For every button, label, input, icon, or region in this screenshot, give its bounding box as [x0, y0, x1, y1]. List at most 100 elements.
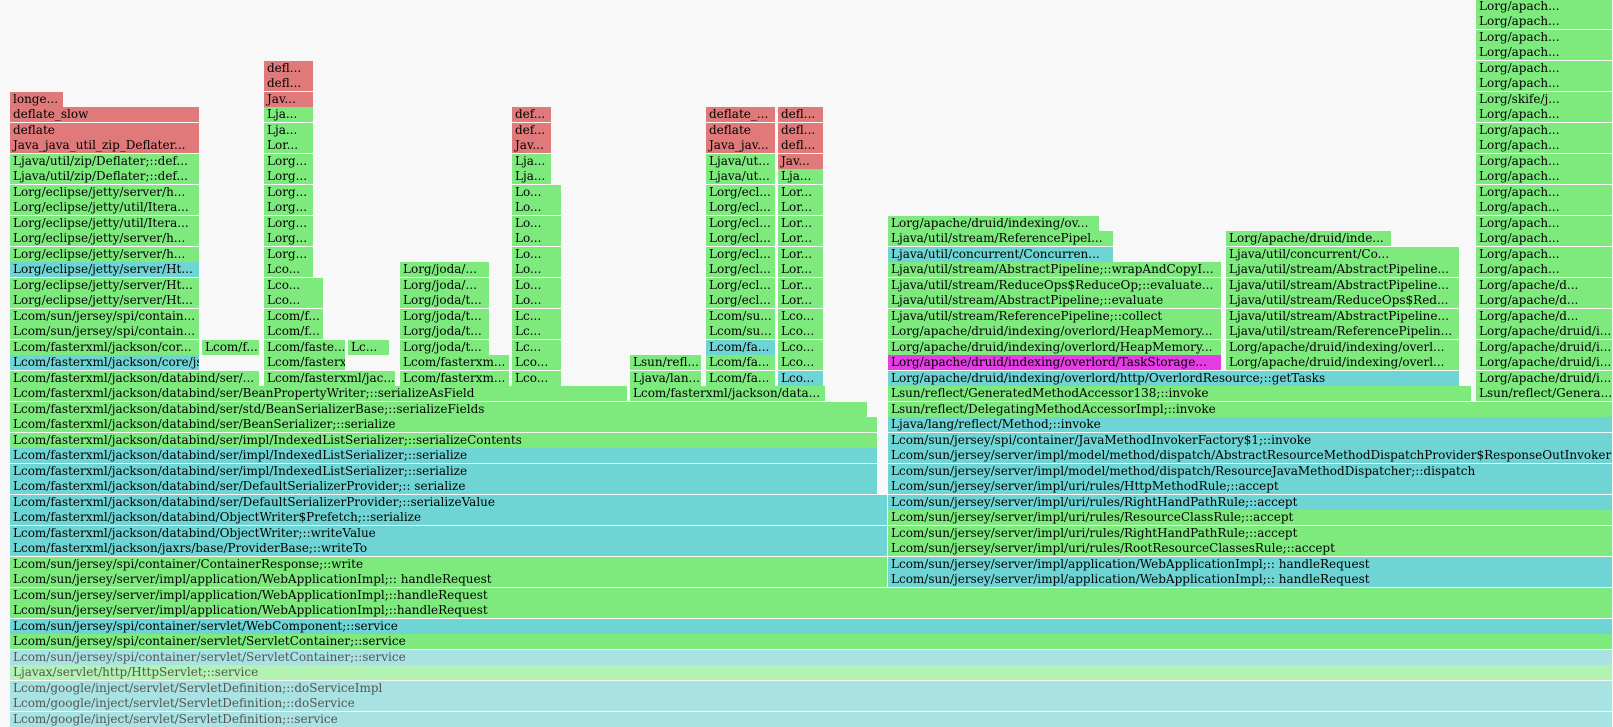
flame-frame[interactable]: Lcom/fasterxml/jackson/databind/ser/std/… — [10, 401, 868, 417]
flame-frame[interactable]: Lorg/ecl... — [706, 184, 776, 200]
flame-frame[interactable]: Lcom/fasterxml/jackson/cor... — [10, 339, 200, 355]
flame-frame[interactable]: Lorg/ecl... — [706, 200, 776, 215]
flame-frame[interactable]: Lorg... — [264, 184, 314, 200]
flame-frame[interactable]: deflate_... — [706, 107, 776, 122]
flame-frame[interactable]: Lo... — [512, 246, 562, 262]
flame-frame[interactable]: Lorg/apache/druid/i... — [1476, 324, 1613, 339]
flame-frame[interactable]: def... — [512, 107, 552, 122]
flame-frame[interactable]: Lo... — [512, 293, 562, 308]
flame-frame[interactable]: Lja... — [512, 169, 552, 184]
flame-frame[interactable]: Jav... — [512, 138, 552, 153]
flame-frame[interactable]: Jav... — [264, 91, 314, 107]
flame-frame[interactable]: Ljava/ut... — [706, 153, 776, 169]
flame-frame[interactable]: Lcom/sun/jersey/server/impl/uri/rules/Ri… — [888, 494, 1613, 510]
flame-frame[interactable]: Lorg/apach... — [1476, 138, 1613, 153]
flame-frame[interactable]: Lorg... — [264, 169, 314, 184]
flame-frame[interactable]: Lorg/eclipse/jetty/server/h... — [10, 231, 200, 246]
flame-frame[interactable]: Lco... — [778, 370, 824, 386]
flame-frame[interactable]: Lorg/eclipse/jetty/util/Itera... — [10, 215, 200, 231]
flame-frame[interactable]: Lorg/apache/druid/inde... — [1226, 231, 1392, 246]
flame-frame[interactable]: Lcom/sun/jersey/server/impl/application/… — [888, 572, 1613, 587]
flame-frame[interactable]: Lsun/reflect/GeneratedMethodAccessor138;… — [888, 386, 1472, 401]
flame-frame[interactable]: Lcom/sun/jersey/spi/container/ContainerR… — [10, 556, 888, 572]
flame-frame[interactable]: defl... — [778, 122, 824, 138]
flame-frame[interactable]: Lorg/apache/druid/i... — [1476, 339, 1613, 355]
flame-frame[interactable]: Ljava/util/stream/AbstractPipeline;::wra… — [888, 262, 1222, 277]
flame-frame[interactable]: Lorg... — [264, 215, 314, 231]
flame-frame[interactable]: Lcom/fasterxml/jackson/databind/ser/impl… — [10, 432, 878, 448]
flame-frame[interactable]: Lorg/apach... — [1476, 231, 1613, 246]
flame-frame[interactable]: Lcom/sun/jersey/server/impl/model/method… — [888, 463, 1613, 479]
flame-frame[interactable]: Lcom/sun/jersey/spi/container/servlet/We… — [10, 618, 1613, 634]
flame-frame[interactable]: Lorg/apach... — [1476, 200, 1613, 215]
flame-frame[interactable]: defl... — [778, 107, 824, 122]
flame-frame[interactable]: Lcom/sun/jersey/server/impl/application/… — [10, 587, 1613, 603]
flame-frame[interactable]: Lsun/refl... — [630, 355, 702, 370]
flame-frame[interactable]: Lcom/fasterxml/jackson/core/json/UTF... — [10, 355, 200, 370]
flame-frame[interactable]: Lco... — [264, 277, 324, 293]
flame-frame[interactable]: Lcom/fasterxml/jackson/databind/ser/Bean… — [10, 417, 878, 432]
flame-frame[interactable]: Lor... — [778, 231, 824, 246]
flame-frame[interactable]: Lcom/sun/jersey/server/impl/uri/rules/Ht… — [888, 479, 1613, 494]
flame-frame[interactable]: Lorg/apache/druid/indexing/overl... — [1226, 339, 1460, 355]
flame-frame[interactable]: Java_java_util_zip_Deflater... — [10, 138, 200, 153]
flame-frame[interactable]: Ljava/lan... — [630, 370, 702, 386]
flame-frame[interactable]: Lcom/fasterxml/jac... — [264, 370, 396, 386]
flame-frame[interactable]: Lorg/ecl... — [706, 215, 776, 231]
flame-frame[interactable]: Lcom/sun/jersey/spi/container/servlet/Se… — [10, 649, 1613, 665]
flame-frame[interactable]: Lco... — [512, 355, 562, 370]
flame-frame[interactable]: Java_jav... — [706, 138, 776, 153]
flame-frame[interactable]: Lorg/apache/druid/i... — [1476, 355, 1613, 370]
flame-frame[interactable]: Ljava/util/stream/ReduceOps$Red... — [1226, 293, 1460, 308]
flame-frame[interactable]: Lcom/sun/jersey/spi/container/JavaMethod… — [888, 432, 1613, 448]
flame-frame[interactable]: deflate — [706, 122, 776, 138]
flame-frame[interactable]: Lcom/fasterxml/jackson/databind/ser/impl… — [10, 448, 878, 463]
flame-frame[interactable]: Lorg/apach... — [1476, 60, 1613, 76]
flame-frame[interactable]: Lcom/fasterxml/jackson/databind/ser/Defa… — [10, 494, 888, 510]
flame-frame[interactable]: Lja... — [264, 122, 314, 138]
flame-frame[interactable]: Lorg... — [264, 200, 314, 215]
flame-frame[interactable]: defl... — [264, 76, 314, 91]
flame-frame[interactable]: Lcom/su... — [706, 324, 776, 339]
flame-frame[interactable]: Lco... — [778, 355, 824, 370]
flame-frame[interactable]: Lorg/skife/j... — [1476, 91, 1613, 107]
flame-frame[interactable]: Ljava/util/stream/ReferencePipel... — [888, 231, 1114, 246]
flame-frame[interactable]: Ljava/util/stream/AbstractPipeline... — [1226, 308, 1460, 324]
flame-frame[interactable]: Lorg/apach... — [1476, 169, 1613, 184]
flame-frame[interactable]: Lorg/ecl... — [706, 262, 776, 277]
flame-frame[interactable]: Lorg/joda/t... — [400, 293, 490, 308]
flame-frame[interactable]: Lo... — [512, 231, 562, 246]
flame-frame[interactable]: Lorg/apache/druid/indexing/overlord/http… — [888, 370, 1460, 386]
flame-frame[interactable]: Lcom/sun/jersey/server/impl/application/… — [10, 572, 888, 587]
flame-frame[interactable]: Lorg/apache/druid/i... — [1476, 370, 1613, 386]
flame-frame[interactable]: Lo... — [512, 277, 562, 293]
flame-frame[interactable]: Lorg... — [264, 153, 314, 169]
flame-frame[interactable]: Lcom/sun/jersey/spi/contain... — [10, 308, 200, 324]
flame-frame[interactable]: Ljava/util/concurrent/Co... — [1226, 246, 1460, 262]
flame-frame[interactable]: Lorg... — [264, 231, 314, 246]
flame-frame[interactable]: Ljavax/servlet/http/HttpServlet;::servic… — [10, 665, 1613, 680]
flame-frame[interactable]: Lorg/apach... — [1476, 184, 1613, 200]
flame-frame[interactable]: deflate_slow — [10, 107, 200, 122]
flame-frame[interactable]: Lcom/fasterxml/jackson/databind/ser/impl… — [10, 463, 878, 479]
flame-frame[interactable]: defl... — [778, 138, 824, 153]
flame-frame[interactable]: Ljava/util/stream/ReferencePipeline;::co… — [888, 308, 1222, 324]
flame-frame[interactable]: Lcom/sun/jersey/server/impl/application/… — [10, 603, 1613, 618]
flame-frame[interactable]: Lorg/apach... — [1476, 76, 1613, 91]
flame-frame[interactable]: Lorg/apache/druid/indexing/overlord/Heap… — [888, 324, 1222, 339]
flame-frame[interactable]: Lcom/f... — [202, 339, 260, 355]
flame-frame[interactable]: Lorg/apache/druid/indexing/overl... — [1226, 355, 1460, 370]
flame-frame[interactable]: Lc... — [512, 324, 562, 339]
flame-frame[interactable]: Lcom/sun/jersey/server/impl/application/… — [888, 556, 1613, 572]
flame-frame[interactable]: Lorg/apach... — [1476, 107, 1613, 122]
flame-frame[interactable]: Lja... — [264, 107, 314, 122]
flame-frame[interactable]: Lorg/apach... — [1476, 45, 1613, 60]
flame-frame[interactable]: Lco... — [778, 339, 824, 355]
flame-frame[interactable]: Lcom/sun/jersey/spi/contain... — [10, 324, 200, 339]
flame-frame[interactable]: def... — [512, 122, 552, 138]
flame-frame[interactable]: Ljava/util/stream/ReferencePipelin... — [1226, 324, 1460, 339]
flame-frame[interactable]: Lorg/joda/t... — [400, 324, 490, 339]
flame-frame[interactable]: Lcom/fasterxm... — [400, 370, 510, 386]
flame-frame[interactable]: Lor... — [778, 293, 824, 308]
flame-frame[interactable]: Lcom/fasterxml/jackson/databind/ObjectWr… — [10, 525, 888, 541]
